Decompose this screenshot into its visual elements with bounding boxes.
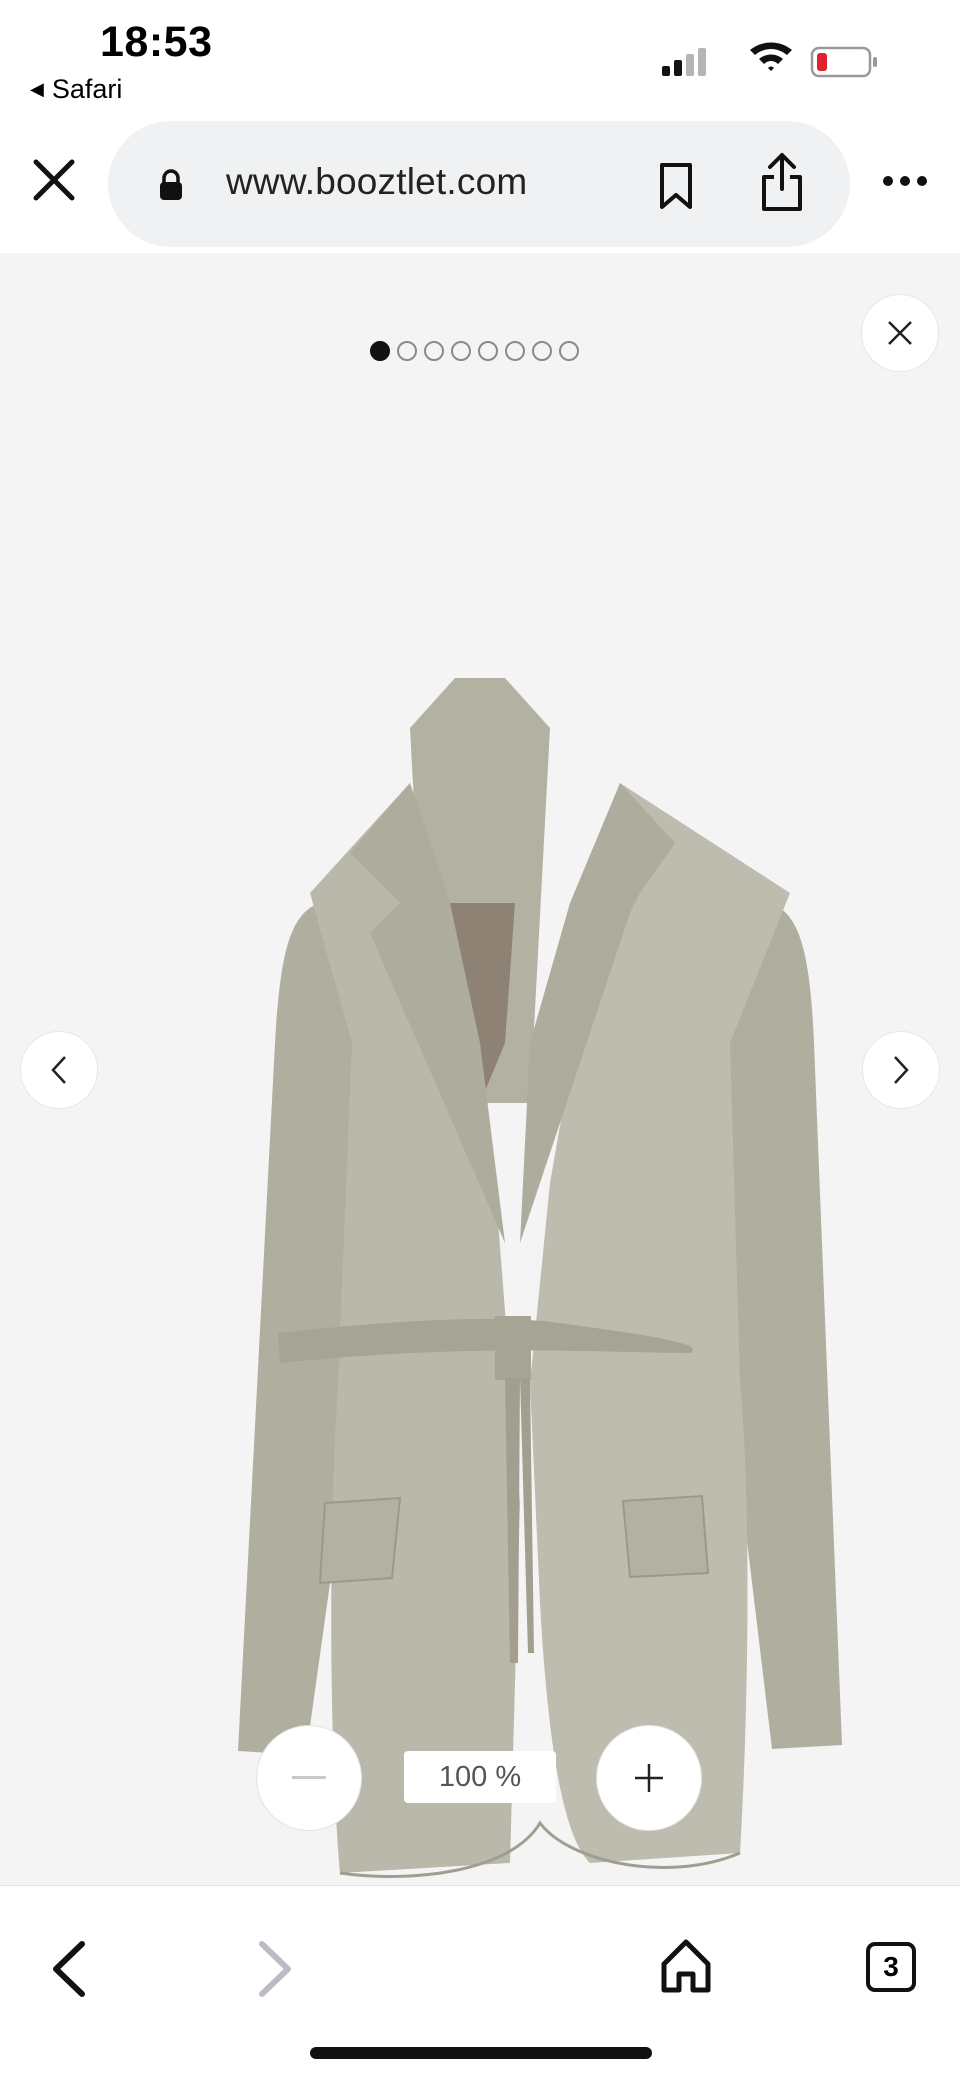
zoom-out-button[interactable] [256, 1725, 362, 1831]
pagination-dots [370, 341, 579, 361]
chevron-left-icon [51, 1056, 66, 1084]
pagination-dot[interactable] [424, 341, 444, 361]
status-bar: 18:53 ◀ Safari [0, 0, 960, 118]
home-icon[interactable] [660, 1938, 712, 1994]
pagination-dot[interactable] [559, 341, 579, 361]
gallery-close-button[interactable] [861, 294, 939, 372]
close-icon [888, 321, 912, 345]
back-triangle-icon: ◀ [30, 79, 44, 99]
image-gallery: 100 % [0, 253, 960, 1885]
address-bar[interactable]: www.booztlet.com [108, 121, 850, 247]
lock-icon [160, 169, 182, 200]
pagination-dot[interactable] [478, 341, 498, 361]
more-icon[interactable] [882, 170, 928, 192]
pagination-dot[interactable] [397, 341, 417, 361]
plus-icon [635, 1764, 663, 1792]
forward-chevron-icon[interactable] [254, 1938, 296, 2000]
tabs-button[interactable]: 3 [866, 1942, 916, 1992]
zoom-level: 100 % [404, 1751, 556, 1803]
pagination-dot[interactable] [370, 341, 390, 361]
pagination-dot[interactable] [451, 341, 471, 361]
cellular-signal-icon [662, 48, 706, 76]
chevron-right-icon [894, 1056, 909, 1084]
back-to-app-link[interactable]: ◀ Safari [30, 74, 122, 105]
minus-icon [292, 1776, 326, 1779]
status-time: 18:53 [100, 18, 213, 66]
previous-image-button[interactable] [20, 1031, 98, 1109]
back-chevron-icon[interactable] [48, 1938, 90, 2000]
blazer-image [238, 678, 842, 1878]
share-icon[interactable] [758, 151, 806, 213]
wifi-icon [750, 42, 792, 71]
pagination-dot[interactable] [532, 341, 552, 361]
bookmark-icon[interactable] [656, 161, 696, 211]
home-indicator[interactable] [310, 2047, 652, 2059]
pagination-dot[interactable] [505, 341, 525, 361]
back-app-label: Safari [51, 74, 123, 104]
zoom-in-button[interactable] [596, 1725, 702, 1831]
close-icon[interactable] [32, 158, 76, 202]
browser-toolbar: 3 [0, 1885, 960, 2078]
next-image-button[interactable] [862, 1031, 940, 1109]
battery-icon [810, 46, 877, 78]
address-bar-row: www.booztlet.com [0, 118, 960, 253]
browser-page: 18:53 ◀ Safari www.booztlet.com 100 % 3 [0, 0, 960, 2078]
url-text[interactable]: www.booztlet.com [226, 161, 527, 203]
status-icons [662, 42, 877, 78]
